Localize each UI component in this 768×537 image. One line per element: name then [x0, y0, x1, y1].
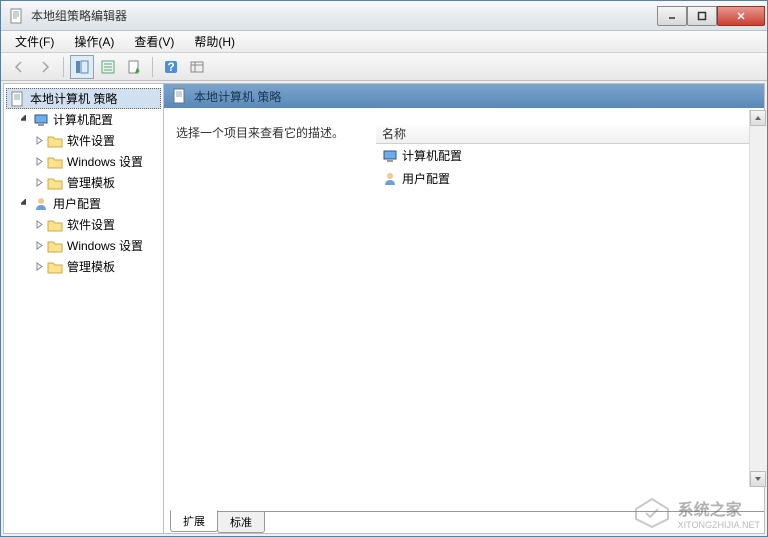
menu-file[interactable]: 文件(F) — [5, 31, 64, 52]
scrollbar-vertical[interactable] — [749, 110, 765, 487]
back-button[interactable] — [7, 55, 31, 79]
list-item-computer[interactable]: 计算机配置 — [376, 144, 752, 167]
tree-node-computer[interactable]: 计算机配置 — [20, 109, 161, 130]
folder-icon — [47, 133, 63, 149]
tree-label: Windows 设置 — [67, 237, 143, 254]
tree-root-node[interactable]: 本地计算机 策略 — [6, 88, 161, 109]
tree-panel: 本地计算机 策略 计算机配置 软件设置 — [4, 84, 164, 533]
scroll-up-button[interactable] — [750, 110, 766, 126]
tree-label: 用户配置 — [53, 195, 101, 212]
detail-panel: 本地计算机 策略 选择一个项目来查看它的描述。 名称 计算机配置 用户配置 — [164, 84, 764, 533]
toolbar: ? — [1, 53, 767, 81]
user-icon — [33, 196, 49, 212]
expand-icon[interactable] — [34, 156, 45, 167]
toolbar-separator — [152, 57, 153, 77]
list-item-user[interactable]: 用户配置 — [376, 167, 752, 190]
tree-node-computer-windows[interactable]: Windows 设置 — [34, 151, 161, 172]
folder-icon — [47, 217, 63, 233]
tab-line — [264, 511, 764, 512]
window-title: 本地组策略编辑器 — [31, 7, 657, 24]
close-button[interactable] — [717, 6, 765, 26]
menu-view[interactable]: 查看(V) — [124, 31, 184, 52]
collapse-icon[interactable] — [20, 114, 31, 125]
tab-standard[interactable]: 标准 — [217, 511, 265, 533]
menu-action[interactable]: 操作(A) — [64, 31, 124, 52]
tree-label: 软件设置 — [67, 216, 115, 233]
help-button[interactable]: ? — [159, 55, 183, 79]
policy-icon — [172, 88, 188, 104]
tree-node-user-templates[interactable]: 管理模板 — [34, 256, 161, 277]
tree-node-user[interactable]: 用户配置 — [20, 193, 161, 214]
expand-icon[interactable] — [34, 219, 45, 230]
policy-icon — [10, 91, 26, 107]
folder-icon — [47, 238, 63, 254]
show-tree-button[interactable] — [70, 55, 94, 79]
detail-header: 本地计算机 策略 — [164, 84, 764, 108]
tree-label: 管理模板 — [67, 258, 115, 275]
menubar: 文件(F) 操作(A) 查看(V) 帮助(H) — [1, 31, 767, 53]
tree-label: 软件设置 — [67, 132, 115, 149]
detail-body: 选择一个项目来查看它的描述。 名称 计算机配置 用户配置 — [164, 108, 764, 511]
tree-node-computer-software[interactable]: 软件设置 — [34, 130, 161, 151]
titlebar[interactable]: 本地组策略编辑器 — [1, 1, 767, 31]
maximize-button[interactable] — [687, 6, 717, 26]
tree-node-user-software[interactable]: 软件设置 — [34, 214, 161, 235]
user-icon — [382, 171, 398, 187]
forward-button[interactable] — [33, 55, 57, 79]
list-item-label: 计算机配置 — [402, 147, 462, 164]
folder-icon — [47, 259, 63, 275]
expand-icon[interactable] — [34, 261, 45, 272]
detail-description: 选择一个项目来查看它的描述。 — [176, 124, 376, 495]
svg-text:?: ? — [167, 60, 174, 74]
properties-button[interactable] — [96, 55, 120, 79]
detail-header-title: 本地计算机 策略 — [194, 88, 281, 105]
expand-icon[interactable] — [34, 240, 45, 251]
tree-node-user-windows[interactable]: Windows 设置 — [34, 235, 161, 256]
minimize-button[interactable] — [657, 6, 687, 26]
menu-help[interactable]: 帮助(H) — [184, 31, 245, 52]
folder-icon — [47, 175, 63, 191]
tree-label: 计算机配置 — [53, 111, 113, 128]
app-window: 本地组策略编辑器 文件(F) 操作(A) 查看(V) 帮助(H) ? 本地计算机… — [0, 0, 768, 537]
detail-list: 名称 计算机配置 用户配置 — [376, 124, 752, 495]
detail-tabs: 扩展 标准 — [164, 511, 764, 533]
toolbar-separator — [63, 57, 64, 77]
computer-icon — [33, 112, 49, 128]
content-area: 本地计算机 策略 计算机配置 软件设置 — [3, 83, 765, 534]
tree-label: 管理模板 — [67, 174, 115, 191]
computer-icon — [382, 148, 398, 164]
filter-button[interactable] — [185, 55, 209, 79]
column-header-name[interactable]: 名称 — [376, 124, 752, 144]
scroll-down-button[interactable] — [750, 471, 766, 487]
tree-children: 计算机配置 软件设置 Windows 设置 — [6, 109, 161, 277]
refresh-button[interactable] — [122, 55, 146, 79]
window-controls — [657, 6, 765, 26]
expand-icon[interactable] — [34, 135, 45, 146]
tree-root-label: 本地计算机 策略 — [30, 90, 117, 107]
tab-extended[interactable]: 扩展 — [170, 510, 218, 532]
list-item-label: 用户配置 — [402, 170, 450, 187]
tree-node-computer-templates[interactable]: 管理模板 — [34, 172, 161, 193]
expand-icon[interactable] — [34, 177, 45, 188]
folder-icon — [47, 154, 63, 170]
tree-label: Windows 设置 — [67, 153, 143, 170]
collapse-icon[interactable] — [20, 198, 31, 209]
app-icon — [9, 8, 25, 24]
